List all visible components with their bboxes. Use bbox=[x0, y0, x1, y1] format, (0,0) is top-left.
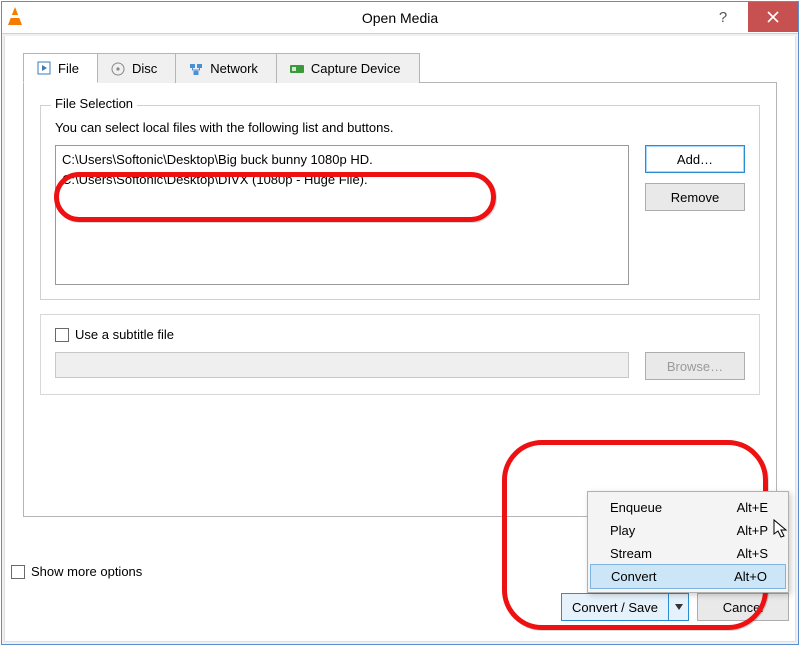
tab-capture-label: Capture Device bbox=[311, 61, 401, 76]
window-title: Open Media bbox=[2, 10, 798, 26]
file-play-icon bbox=[36, 60, 52, 76]
menu-item-shortcut: Alt+E bbox=[737, 500, 768, 515]
file-selection-hint: You can select local files with the foll… bbox=[55, 120, 745, 135]
disc-icon bbox=[110, 61, 126, 77]
add-button[interactable]: Add… bbox=[645, 145, 745, 173]
menu-item-label: Play bbox=[610, 523, 635, 538]
menu-item-shortcut: Alt+P bbox=[737, 523, 768, 538]
client-area: File Disc Network Capture Device bbox=[4, 36, 796, 642]
subtitle-group: Use a subtitle file Browse… bbox=[40, 314, 760, 395]
browse-button: Browse… bbox=[645, 352, 745, 380]
convert-save-dropdown[interactable] bbox=[669, 593, 689, 621]
menu-item-label: Stream bbox=[610, 546, 652, 561]
file-buttons: Add… Remove bbox=[645, 145, 745, 285]
use-subtitle-checkbox[interactable]: Use a subtitle file bbox=[55, 327, 745, 342]
cancel-button[interactable]: Cancel bbox=[697, 593, 789, 621]
menu-item-play[interactable]: Play Alt+P bbox=[588, 519, 788, 542]
tab-network[interactable]: Network bbox=[175, 53, 277, 83]
use-subtitle-label: Use a subtitle file bbox=[75, 327, 174, 342]
menu-item-stream[interactable]: Stream Alt+S bbox=[588, 542, 788, 565]
checkbox-icon bbox=[55, 328, 69, 342]
tab-disc[interactable]: Disc bbox=[97, 53, 176, 83]
close-icon bbox=[767, 11, 779, 23]
convert-save-button[interactable]: Convert / Save bbox=[561, 593, 689, 621]
tabstrip: File Disc Network Capture Device bbox=[23, 52, 777, 83]
titlebar: Open Media ? bbox=[2, 2, 798, 34]
tab-network-label: Network bbox=[210, 61, 258, 76]
convert-save-menu: Enqueue Alt+E Play Alt+P Stream Alt+S Co… bbox=[587, 491, 789, 593]
network-icon bbox=[188, 61, 204, 77]
tab-disc-label: Disc bbox=[132, 61, 157, 76]
remove-button[interactable]: Remove bbox=[645, 183, 745, 211]
tab-file[interactable]: File bbox=[23, 53, 98, 83]
close-button[interactable] bbox=[748, 2, 798, 32]
tab-capture[interactable]: Capture Device bbox=[276, 53, 420, 83]
menu-item-label: Enqueue bbox=[610, 500, 662, 515]
file-list-item[interactable]: C:\Users\Softonic\Desktop\DIVX (1080p - … bbox=[62, 170, 622, 190]
window-buttons: ? bbox=[698, 2, 798, 32]
menu-item-label: Convert bbox=[611, 569, 657, 584]
action-row: Convert / Save Cancel bbox=[561, 593, 789, 621]
checkbox-icon bbox=[11, 565, 25, 579]
menu-item-shortcut: Alt+O bbox=[734, 569, 767, 584]
menu-item-convert[interactable]: Convert Alt+O bbox=[590, 564, 786, 589]
subtitle-path-input bbox=[55, 352, 629, 378]
convert-save-label[interactable]: Convert / Save bbox=[561, 593, 669, 621]
help-button[interactable]: ? bbox=[698, 2, 748, 32]
chevron-down-icon bbox=[675, 604, 683, 610]
cursor-pointer-icon bbox=[772, 518, 790, 540]
show-more-options-label: Show more options bbox=[31, 564, 142, 579]
file-list-item[interactable]: C:\Users\Softonic\Desktop\Big buck bunny… bbox=[62, 150, 622, 170]
file-selection-title: File Selection bbox=[51, 96, 137, 111]
tab-file-label: File bbox=[58, 61, 79, 76]
menu-item-enqueue[interactable]: Enqueue Alt+E bbox=[588, 496, 788, 519]
capture-card-icon bbox=[289, 61, 305, 77]
file-selection-group: File Selection You can select local file… bbox=[40, 105, 760, 300]
tabpanel-file: File Selection You can select local file… bbox=[23, 83, 777, 517]
show-more-options-checkbox[interactable]: Show more options bbox=[11, 564, 142, 579]
open-media-window: Open Media ? File Disc bbox=[1, 1, 799, 645]
file-list[interactable]: C:\Users\Softonic\Desktop\Big buck bunny… bbox=[55, 145, 629, 285]
menu-item-shortcut: Alt+S bbox=[737, 546, 768, 561]
